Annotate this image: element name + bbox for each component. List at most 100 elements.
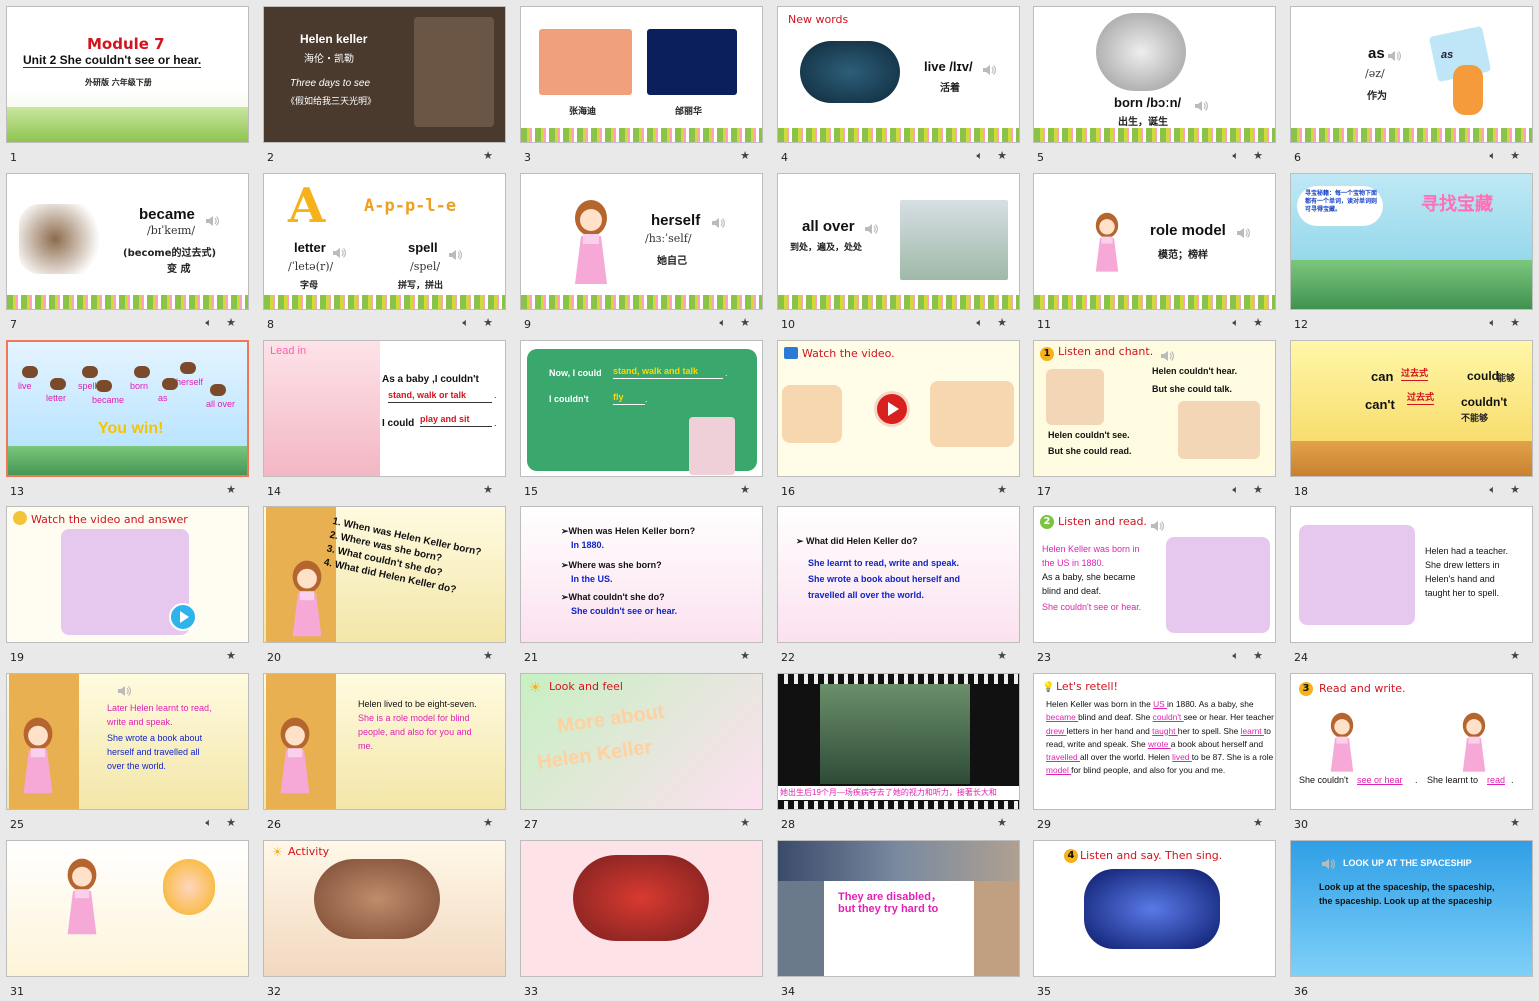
slide-thumbnail[interactable]: 31 (0, 834, 256, 1001)
slide-thumbnail[interactable]: 张海迪 邰丽华 3 ★ (514, 0, 770, 167)
slide-content[interactable]: They are disabled， but they try hard to (777, 840, 1020, 977)
audio-icon[interactable]: 🔈︎ (1233, 649, 1240, 663)
slide-content[interactable]: 4 Listen and say. Then sing. (1033, 840, 1276, 977)
animation-star-icon[interactable]: ★ (997, 816, 1007, 829)
slide-thumbnail[interactable]: New words live /lɪv/活着 4 🔈︎ ★ (771, 0, 1027, 167)
slide-content[interactable]: 💡 Let's retell! Helen Keller was born in t… (1033, 673, 1276, 810)
animation-star-icon[interactable]: ★ (740, 483, 750, 496)
slide-content[interactable]: Later Helen learnt to read, write and spe… (6, 673, 249, 810)
animation-star-icon[interactable]: ★ (740, 649, 750, 662)
slide-thumbnail[interactable]: Helen had a teacher. She drew letters in H… (1284, 500, 1539, 667)
slide-thumbnail[interactable]: 寻宝秘籍：每一个宝物下面都有一个单词，读对单词则可寻得宝藏。 寻找宝藏 12 🔈︎ ★ (1284, 167, 1539, 334)
slide-thumbnail[interactable]: ➢ What did Helen Keller do? She learnt to… (771, 500, 1027, 667)
slide-content[interactable]: ☀ Look and feel More about Helen Keller (520, 673, 763, 810)
slide-content[interactable]: became/bɪˈkeɪm/ (become的过去式) 变 成 (6, 173, 249, 310)
slide-content[interactable]: Module 7 Unit 2 She couldn't see or hear.… (6, 6, 249, 143)
animation-star-icon[interactable]: ★ (997, 149, 1007, 163)
slide-content[interactable]: New words live /lɪv/活着 (777, 6, 1020, 143)
slide-thumbnail[interactable]: 她出生后19个月—场疾病夺去了她的视力和听力，接著长大和 28 ★ (771, 667, 1027, 834)
slide-thumbnail[interactable]: ☀ Activity 32 (257, 834, 513, 1001)
slide-content[interactable]: Watch the video. (777, 340, 1020, 477)
slide-content[interactable]: 张海迪 邰丽华 (520, 6, 763, 143)
slide-content[interactable]: 1 Listen and chant. Helen couldn't hear. Bu… (1033, 340, 1276, 477)
slide-thumbnail[interactable]: ➢When was Helen Keller born? In 1880. ➢Whe… (514, 500, 770, 667)
slide-content[interactable]: role model 模范；榜样 (1033, 173, 1276, 310)
slide-thumbnail[interactable]: as/əz/作为 as 6 🔈︎ ★ (1284, 0, 1539, 167)
slide-thumbnail[interactable]: born /bɔːn/出生，诞生 5 🔈︎ ★ (1027, 0, 1283, 167)
slide-thumbnail[interactable]: They are disabled， but they try hard to 34 (771, 834, 1027, 1001)
audio-icon[interactable]: 🔈︎ (206, 816, 213, 830)
slide-content[interactable]: 2 Listen and read. Helen Keller was born i… (1033, 506, 1276, 643)
speaker-icon[interactable] (1194, 97, 1208, 111)
slide-thumbnail[interactable]: ☀ Look and feel More about Helen Keller 27 ★ (514, 667, 770, 834)
slide-thumbnail[interactable]: Later Helen learnt to read, write and spe… (0, 667, 256, 834)
speaker-icon[interactable] (332, 244, 346, 258)
slide-thumbnail[interactable]: can 过去式 could 能够 can't 过去式 couldn't 不能够 18 🔈︎ ★ (1284, 334, 1539, 501)
speaker-icon[interactable] (117, 682, 131, 696)
slide-thumbnail[interactable]: Helen keller 海伦・凯勒 Three days to see 《假如给我三… (257, 0, 513, 167)
animation-star-icon[interactable]: ★ (740, 816, 750, 829)
speaker-icon[interactable] (1236, 224, 1250, 238)
slide-content[interactable]: Now, I could stand, walk and talk. I could… (520, 340, 763, 477)
animation-star-icon[interactable]: ★ (1510, 316, 1520, 330)
animation-star-icon[interactable]: ★ (226, 649, 236, 662)
slide-content[interactable]: 1. When was Helen Keller born? 2. Where w… (263, 506, 506, 643)
slide-content[interactable]: all over 到处，遍及，处处 (777, 173, 1020, 310)
animation-star-icon[interactable]: ★ (1510, 483, 1520, 497)
slide-content[interactable]: ☀ Activity (263, 840, 506, 977)
slide-content[interactable]: LOOK UP AT THE SPACESHIP Look up at the s… (1290, 840, 1533, 977)
animation-star-icon[interactable]: ★ (997, 483, 1007, 496)
animation-star-icon[interactable]: ★ (1253, 483, 1263, 497)
slide-thumbnail[interactable]: became/bɪˈkeɪm/ (become的过去式) 变 成 7 🔈︎ ★ (0, 167, 256, 334)
slide-thumbnail[interactable]: all over 到处，遍及，处处 10 🔈︎ ★ (771, 167, 1027, 334)
slide-content[interactable] (6, 840, 249, 977)
slide-thumbnail[interactable]: 3 Read and write. She couldn't see or hear.… (1284, 667, 1539, 834)
video-icon[interactable] (784, 347, 798, 359)
speaker-icon[interactable] (1150, 517, 1164, 531)
animation-star-icon[interactable]: ★ (483, 149, 493, 162)
speaker-icon[interactable] (864, 220, 878, 234)
slide-content[interactable]: herself/hɜːˈself/她自己 (520, 173, 763, 310)
animation-star-icon[interactable]: ★ (1510, 149, 1520, 163)
animation-star-icon[interactable]: ★ (1253, 149, 1263, 163)
audio-icon[interactable]: 🔈︎ (463, 316, 470, 330)
slide-thumbnail[interactable]: 2 Listen and read. Helen Keller was born i… (1027, 500, 1283, 667)
audio-icon[interactable]: 🔈︎ (977, 316, 984, 330)
animation-star-icon[interactable]: ★ (226, 483, 236, 496)
play-button-icon[interactable] (874, 391, 910, 427)
slide-content[interactable]: Helen had a teacher. She drew letters in H… (1290, 506, 1533, 643)
speaker-icon[interactable] (1387, 47, 1401, 61)
animation-star-icon[interactable]: ★ (483, 483, 493, 496)
audio-icon[interactable]: 🔈︎ (1233, 483, 1240, 497)
slide-thumbnail[interactable]: Now, I could stand, walk and talk. I could… (514, 334, 770, 501)
slide-thumbnail[interactable]: 33 (514, 834, 770, 1001)
slide-thumbnail[interactable]: Watch the video and answer 19 ★ (0, 500, 256, 667)
slide-thumbnail[interactable]: 4 Listen and say. Then sing. 35 (1027, 834, 1283, 1001)
slide-content[interactable]: A A-p-p-l-e letter/ˈletə(r)/ 字母 spell/spel/拼… (263, 173, 506, 310)
slide-content[interactable]: Lead in As a baby ,I couldn't stand, walk … (263, 340, 506, 477)
slide-thumbnail[interactable]: herself/hɜːˈself/她自己 9 🔈︎ ★ (514, 167, 770, 334)
animation-star-icon[interactable]: ★ (1253, 816, 1263, 829)
slide-thumbnail[interactable]: Watch the video. 16 ★ (771, 334, 1027, 501)
animation-star-icon[interactable]: ★ (226, 816, 236, 830)
audio-icon[interactable]: 🔈︎ (1490, 316, 1497, 330)
slide-content[interactable]: ➢ What did Helen Keller do? She learnt to… (777, 506, 1020, 643)
animation-star-icon[interactable]: ★ (483, 816, 493, 829)
animation-star-icon[interactable]: ★ (1253, 649, 1263, 663)
slide-content[interactable]: 她出生后19个月—场疾病夺去了她的视力和听力，接著长大和 (777, 673, 1020, 810)
audio-icon[interactable]: 🔈︎ (1233, 316, 1240, 330)
slide-content[interactable]: born /bɔːn/出生，诞生 (1033, 6, 1276, 143)
slide-content[interactable]: Watch the video and answer (6, 506, 249, 643)
play-button-icon[interactable] (169, 603, 197, 631)
slide-content[interactable]: as/əz/作为 as (1290, 6, 1533, 143)
audio-icon[interactable]: 🔈︎ (720, 316, 727, 330)
slide-thumbnail[interactable]: role model 模范；榜样 11 🔈︎ ★ (1027, 167, 1283, 334)
animation-star-icon[interactable]: ★ (483, 649, 493, 662)
speaker-icon[interactable] (982, 61, 996, 75)
slide-content[interactable]: Helen lived to be eight-seven. She is a r… (263, 673, 506, 810)
slide-content[interactable]: live spell born herself letter became as all ov… (6, 340, 249, 477)
slide-thumbnail[interactable]: LOOK UP AT THE SPACESHIP Look up at the s… (1284, 834, 1539, 1001)
speaker-icon[interactable] (448, 246, 462, 260)
slide-thumbnail[interactable]: A A-p-p-l-e letter/ˈletə(r)/ 字母 spell/spel/拼… (257, 167, 513, 334)
audio-icon[interactable]: 🔈︎ (1490, 149, 1497, 163)
